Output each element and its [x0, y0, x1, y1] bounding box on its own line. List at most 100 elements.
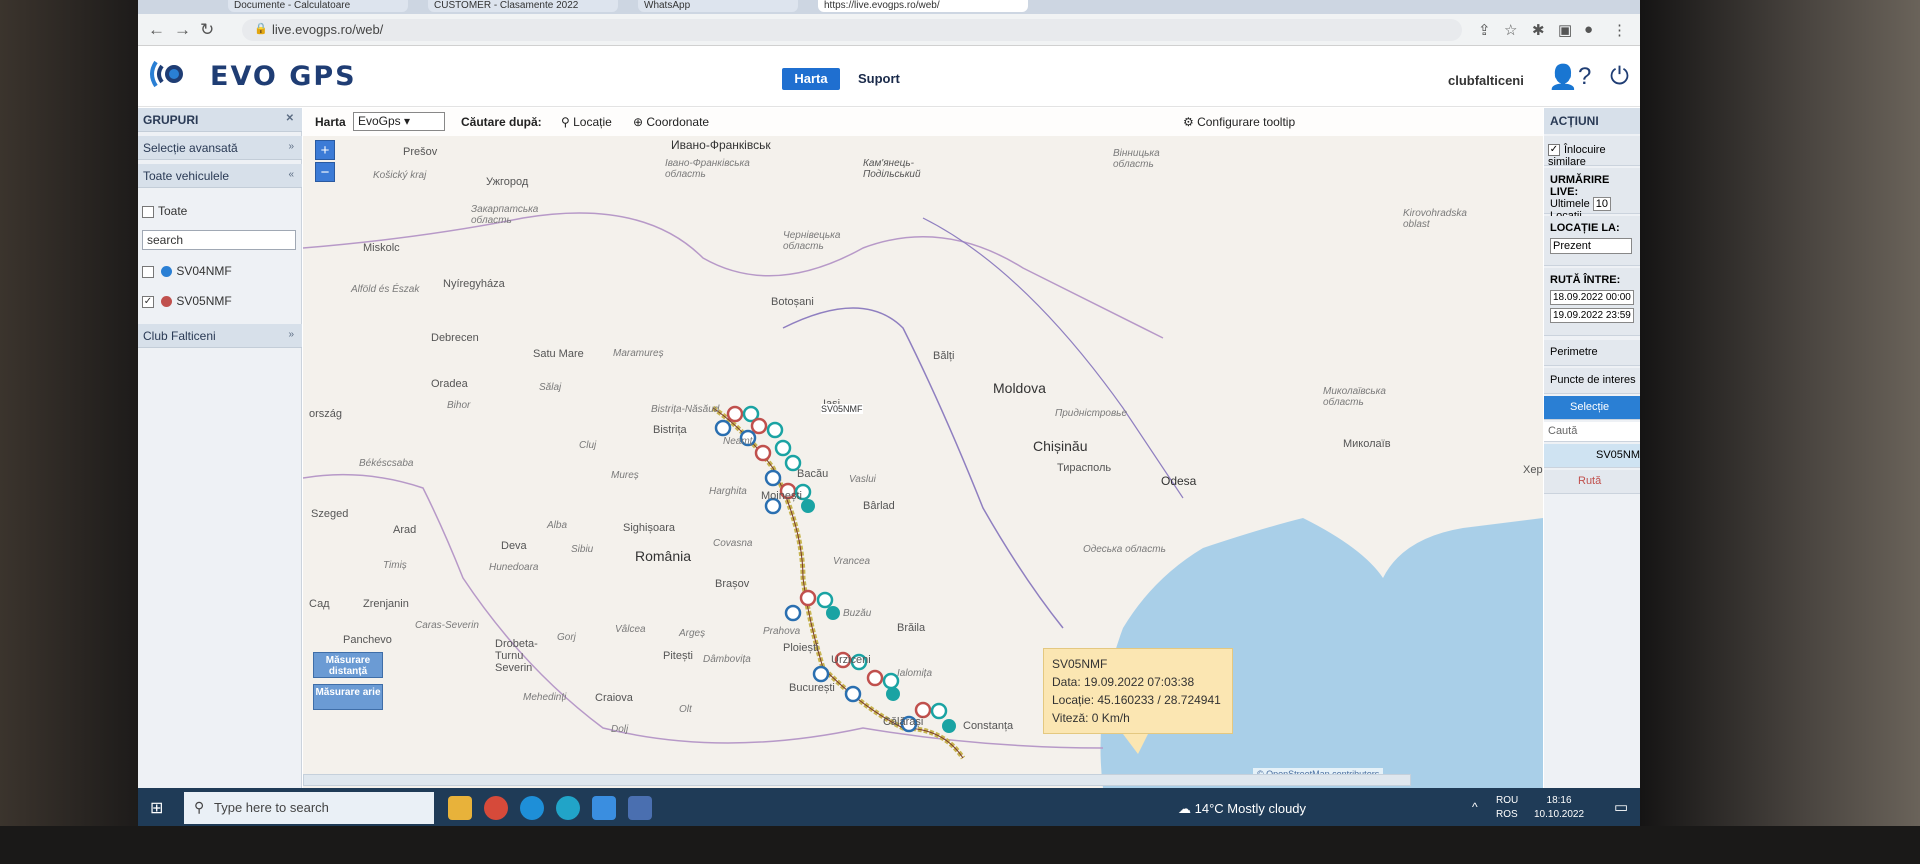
map-place-label: Bălți	[933, 350, 955, 362]
file-explorer-icon[interactable]	[448, 796, 472, 820]
browser-tab-active[interactable]: https://live.evogps.ro/web/	[818, 0, 1028, 12]
star-icon[interactable]: ☆	[1504, 21, 1517, 39]
vehicle-search-input[interactable]: search	[142, 230, 296, 250]
club-group-header[interactable]: Club Falticeni »	[138, 324, 302, 348]
live-tracking-label: URMĂRIRE LIVE:	[1550, 174, 1610, 198]
chevron-up-icon[interactable]: ^	[1472, 800, 1478, 814]
location-at-input[interactable]: Prezent	[1550, 238, 1632, 254]
zoom-in-button[interactable]: +	[315, 140, 335, 160]
vehicle-name: SV04NMF	[176, 264, 232, 278]
nav-suport-link[interactable]: Suport	[858, 68, 900, 90]
close-icon[interactable]: ✕	[286, 113, 294, 124]
map-place-label: Dolj	[611, 724, 629, 735]
browser-tab[interactable]: CUSTOMER - Clasamente 2022	[428, 0, 618, 12]
taskbar-clock[interactable]: 18:16 10.10.2022	[1534, 794, 1584, 822]
cloud-icon: ☁	[1178, 801, 1195, 816]
language-indicator[interactable]: ROU ROS	[1496, 794, 1518, 822]
map-place-label: Satu Mare	[533, 348, 584, 360]
map-place-label: Prahova	[763, 626, 801, 637]
map-place-label: Harghita	[709, 486, 747, 497]
browser-tab[interactable]: WhatsApp	[638, 0, 798, 12]
back-arrow-icon[interactable]: ←	[148, 20, 165, 40]
language-line-1: ROU	[1496, 795, 1519, 806]
vehicle-name: SV05NMF	[176, 294, 232, 308]
map-place-label: Придністровье	[1055, 408, 1128, 419]
coordinates-search-option[interactable]: ⊕ Coordonate	[633, 115, 709, 129]
measure-area-button[interactable]: Măsurare arie	[313, 684, 383, 710]
tree-route-row[interactable]: Rută	[1544, 470, 1640, 494]
map-place-label: Panchevo	[343, 634, 392, 646]
replace-similar-checkbox[interactable]: ✓	[1548, 144, 1560, 157]
url-field[interactable]: 🔒 live.evogps.ro/web/	[242, 19, 1462, 41]
clock-time: 18:16	[1546, 795, 1572, 806]
map-view[interactable]: Harta EvoGps ▾ Căutare după: ⚲ Locație ⊕…	[303, 108, 1543, 788]
power-icon[interactable]: ⏻	[1610, 63, 1629, 91]
tree-vehicle-row[interactable]: SV05NMF	[1544, 444, 1640, 468]
route-to-input[interactable]: 19.09.2022 23:59	[1550, 308, 1634, 323]
map-place-label: Prešov	[403, 146, 438, 158]
chrome-icon[interactable]	[484, 796, 508, 820]
last-count-select[interactable]: 10	[1592, 197, 1612, 211]
help-icon[interactable]: ?	[1578, 63, 1591, 91]
tooltip-date: Data: 19.09.2022 07:03:38	[1052, 675, 1195, 689]
map-place-label: Caras-Severin	[415, 620, 479, 631]
select-all-checkbox[interactable]	[142, 205, 154, 218]
weather-widget[interactable]: ☁ 14°C Mostly cloudy	[1178, 801, 1306, 817]
ie-icon[interactable]	[520, 796, 544, 820]
user-name[interactable]: clubfalticeni	[1448, 73, 1524, 88]
browser-tab[interactable]: Documente - Calculatoare	[228, 0, 408, 12]
vehicle-row[interactable]: SV04NMF	[142, 264, 232, 278]
extensions-icon[interactable]: ✱	[1532, 21, 1545, 39]
taskbar-search-input[interactable]: ⚲ Type here to search	[184, 792, 434, 824]
vehicle-checkbox-checked[interactable]: ✓	[142, 295, 154, 308]
groups-header: GRUPURI ✕	[138, 108, 302, 132]
vehicle-checkbox[interactable]	[142, 265, 154, 278]
tooltip-location: Locație: 45.160233 / 28.724941	[1052, 693, 1221, 707]
sidepanel-icon[interactable]: ▣	[1558, 21, 1572, 39]
map-place-label: Chișinău	[1033, 438, 1088, 454]
user-icon[interactable]: 👤	[1548, 63, 1578, 92]
chevron-down-icon[interactable]: »	[288, 141, 294, 152]
mail-icon[interactable]	[592, 796, 616, 820]
map-scrollbar[interactable]	[303, 774, 1411, 786]
vehicle-icon	[161, 296, 173, 308]
chevron-down-icon[interactable]: »	[288, 329, 294, 340]
location-search-option[interactable]: ⚲ Locație	[561, 115, 612, 129]
border-line	[303, 212, 1164, 339]
edge-icon[interactable]	[556, 796, 580, 820]
map-place-label: ország	[309, 408, 343, 420]
profile-icon[interactable]: ●	[1584, 21, 1593, 38]
notification-icon[interactable]: ▭	[1614, 798, 1628, 816]
zoom-out-button[interactable]: −	[315, 162, 335, 182]
select-all-row[interactable]: Toate	[142, 204, 187, 218]
replace-similar-row[interactable]: ✓ Înlocuire similare	[1544, 136, 1640, 168]
language-line-2: ROS	[1496, 809, 1518, 820]
map-place-label: Moldova	[993, 380, 1046, 396]
windows-start-icon[interactable]: ⊞	[150, 798, 163, 818]
groups-panel: GRUPURI ✕ Selecție avansată » Toate vehi…	[138, 108, 302, 788]
tree-search-input[interactable]: Caută	[1544, 422, 1640, 442]
all-vehicles-header[interactable]: Toate vehiculele «	[138, 164, 302, 188]
map-type-select[interactable]: EvoGps ▾	[353, 112, 445, 131]
vehicle-row[interactable]: ✓ SV05NMF	[142, 294, 232, 308]
advanced-selection[interactable]: Selecție avansată »	[138, 136, 302, 160]
route-markers[interactable]	[714, 405, 956, 733]
configure-tooltip-link[interactable]: ⚙ Configurare tooltip	[1183, 115, 1295, 129]
poi-section[interactable]: Puncte de interes	[1544, 368, 1640, 394]
poi-label: Puncte de interes	[1550, 374, 1636, 386]
route-from-input[interactable]: 18.09.2022 00:00	[1550, 290, 1634, 305]
store-icon[interactable]	[628, 796, 652, 820]
nav-harta-button[interactable]: Harta	[782, 68, 840, 90]
chevron-up-icon[interactable]: «	[288, 169, 294, 180]
perimeters-section[interactable]: Perimetre	[1544, 340, 1640, 366]
reload-icon[interactable]: ↻	[200, 20, 214, 40]
app-header: EVO GPS Harta Suport clubfalticeni 👤 ? ⏻	[138, 47, 1640, 107]
share-icon[interactable]: ⇪	[1478, 21, 1491, 39]
measure-distance-button[interactable]: Măsurare distanță	[313, 652, 383, 678]
menu-dots-icon[interactable]: ⋮	[1612, 21, 1627, 39]
map-place-label: Bihor	[447, 400, 471, 411]
forward-arrow-icon[interactable]: →	[174, 20, 191, 40]
selection-tab[interactable]: Selecție	[1544, 396, 1640, 420]
route-vehicle-label: SV05NMF	[821, 404, 863, 414]
map-toolbar: Harta EvoGps ▾ Căutare după: ⚲ Locație ⊕…	[303, 108, 1543, 136]
